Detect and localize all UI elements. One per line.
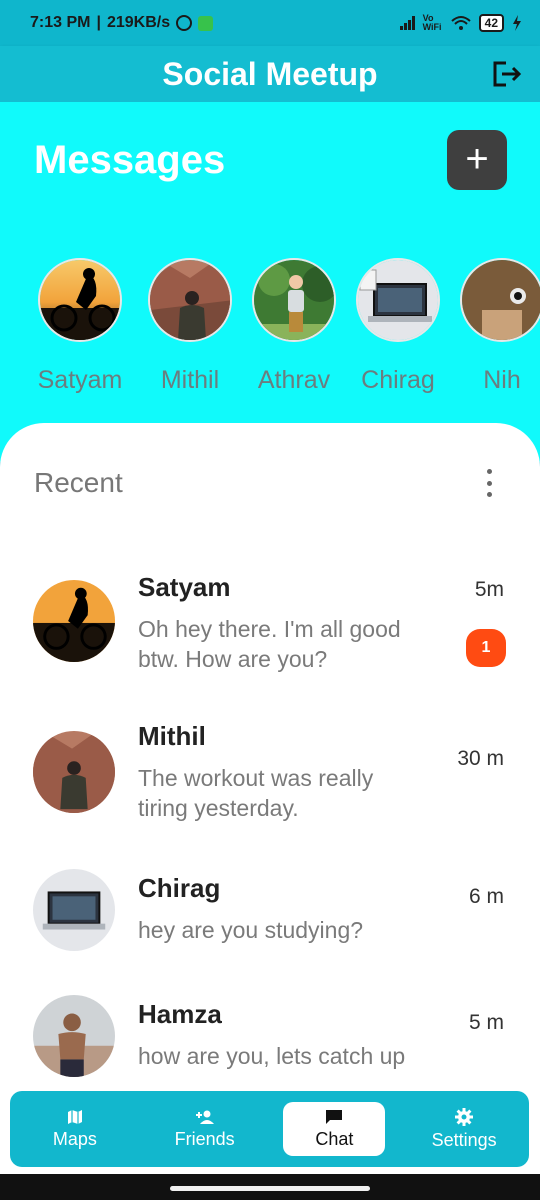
nav-friends[interactable]: Friends [154, 1102, 256, 1156]
chat-time: 5 m [468, 1011, 504, 1034]
story-item[interactable]: Chirag [343, 258, 453, 395]
status-bar: 7:13 PM | 219KB/s Vo WiFi 42 [0, 0, 540, 46]
bottom-nav-wrapper: Maps Friends Chat Settings [0, 1080, 540, 1174]
charging-icon [513, 15, 521, 31]
nav-maps[interactable]: Maps [24, 1102, 126, 1156]
add-person-icon [195, 1110, 214, 1124]
vowifi-label: Vo WiFi [422, 13, 442, 32]
section-title: Recent [34, 467, 123, 498]
nav-label: Maps [52, 1128, 97, 1149]
chat-name: Mithil [138, 721, 206, 751]
story-item[interactable]: Nih [447, 258, 540, 395]
app-bar: Social Meetup [0, 46, 540, 102]
logout-icon[interactable] [492, 60, 522, 88]
nav-label: Chat [315, 1128, 354, 1149]
story-item[interactable]: Mithil [135, 258, 245, 395]
unread-badge: 1 [466, 629, 506, 667]
app-notification-icon [198, 15, 214, 31]
chat-list-item[interactable]: Mithil The workout was really tiring yes… [0, 717, 540, 837]
story-name: Satyam [37, 366, 123, 394]
nav-label: Settings [431, 1129, 497, 1150]
chat-icon [326, 1109, 343, 1124]
story-name: Athrav [257, 366, 331, 394]
chat-name: Satyam [138, 572, 231, 602]
nav-label: Friends [174, 1128, 235, 1149]
stories-row: Satyam Mithil Athrav Chirag Nih [0, 258, 540, 398]
chat-name: Hamza [138, 999, 222, 1029]
avatar [356, 258, 440, 342]
new-message-button[interactable]: + [447, 130, 507, 190]
avatar [148, 258, 232, 342]
chat-name: Chirag [138, 873, 221, 903]
chat-preview: hey are you studying? [138, 917, 364, 943]
gesture-bar [0, 1174, 540, 1200]
home-indicator[interactable] [170, 1186, 370, 1191]
signal-icon [399, 16, 415, 30]
alarm-icon [176, 15, 193, 31]
gear-icon [455, 1107, 474, 1126]
avatar [252, 258, 336, 342]
chat-time: 5m [474, 578, 504, 601]
chat-preview: The workout was really tiring yesterday. [138, 765, 374, 821]
story-name: Chirag [361, 366, 435, 394]
chat-list-item[interactable]: Satyam Oh hey there. I'm all good btw. H… [0, 568, 540, 688]
story-name: Mithil [160, 366, 220, 394]
page-title: Messages [34, 138, 226, 182]
story-item[interactable]: Athrav [239, 258, 349, 395]
status-time: 7:13 PM [30, 14, 91, 31]
avatar [33, 580, 115, 662]
avatar [460, 258, 540, 342]
bottom-nav: Maps Friends Chat Settings [10, 1091, 529, 1167]
avatar [33, 731, 115, 813]
map-icon [67, 1109, 82, 1124]
wifi-icon [450, 16, 471, 30]
nav-chat[interactable]: Chat [283, 1102, 386, 1156]
story-name: Nih [483, 366, 521, 394]
chat-list-item[interactable]: Chirag hey are you studying? 6 m [0, 869, 540, 993]
chat-preview: how are you, lets catch up [138, 1043, 406, 1069]
chat-preview: Oh hey there. I'm all good btw. How are … [138, 616, 401, 672]
avatar [38, 258, 122, 342]
avatar [33, 995, 115, 1077]
app-title: Social Meetup [162, 55, 378, 92]
status-net-speed: 219KB/s [106, 14, 171, 31]
avatar [33, 869, 115, 951]
chat-time: 6 m [468, 885, 504, 908]
battery-indicator: 42 [478, 14, 504, 32]
messages-header: Messages + Satyam Mithil Athrav Chirag N… [0, 102, 540, 462]
chat-time: 30 m [457, 747, 504, 770]
nav-settings[interactable]: Settings [413, 1102, 515, 1156]
more-options-icon[interactable] [482, 469, 496, 497]
story-item[interactable]: Satyam [25, 258, 135, 395]
recent-chats-panel: Recent Satyam Oh hey there. I'm all good… [0, 423, 540, 1113]
